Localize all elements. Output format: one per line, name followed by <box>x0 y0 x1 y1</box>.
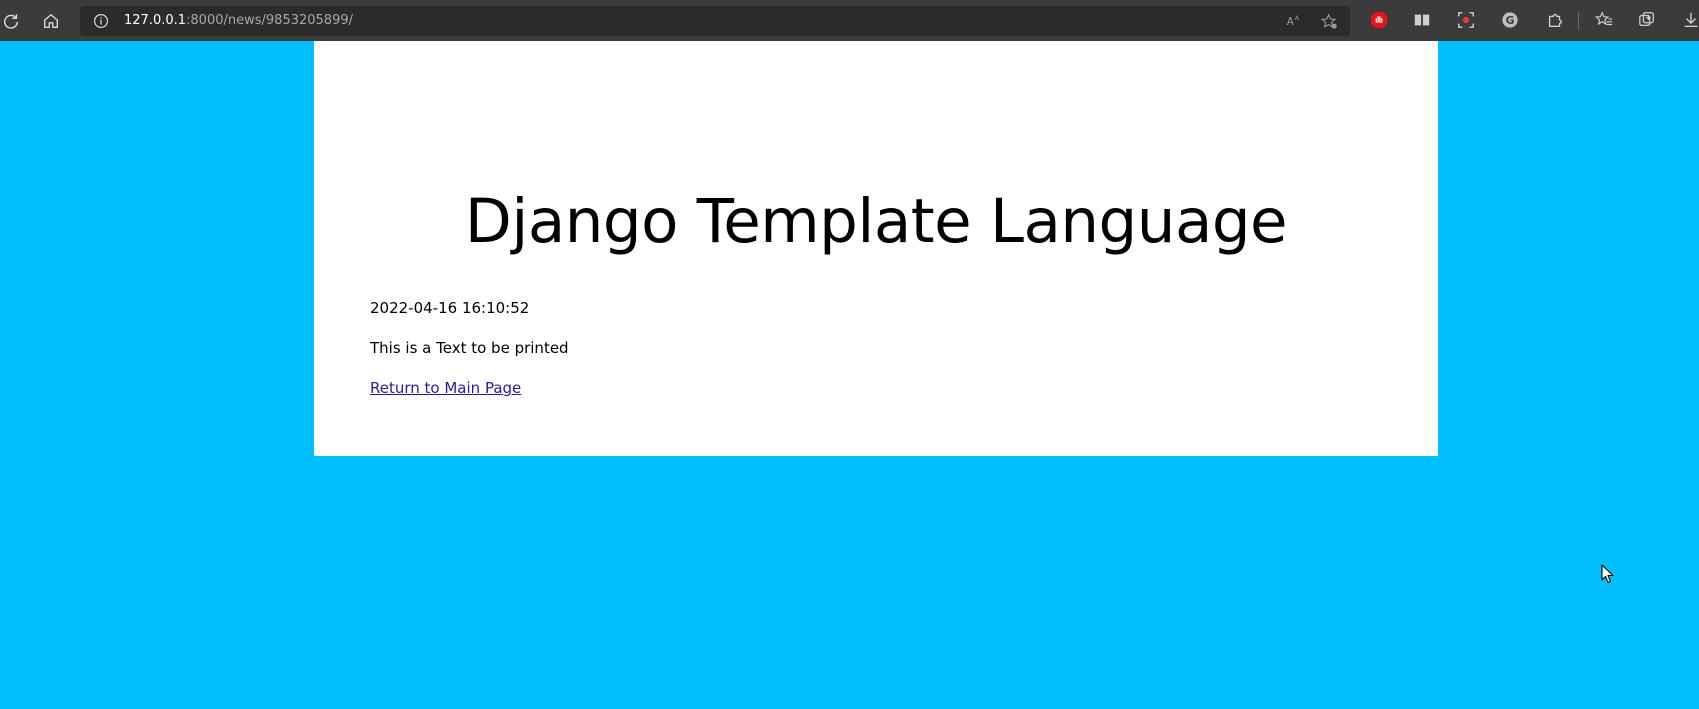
main-page-link-wrapper: Return to Main Page <box>370 379 521 397</box>
svg-text:G: G <box>1506 14 1515 27</box>
read-aloud-icon[interactable]: AA <box>1285 12 1303 30</box>
toolbar-separator <box>1578 12 1579 30</box>
add-favorite-icon[interactable] <box>1320 12 1338 30</box>
return-to-main-page-link[interactable]: Return to Main Page <box>370 379 521 397</box>
address-bar[interactable]: 127.0.0.1:8000/news/9853205899/ AA <box>80 6 1350 36</box>
screen-capture-extension-icon[interactable] <box>1456 10 1476 30</box>
browser-toolbar: 127.0.0.1:8000/news/9853205899/ AA G <box>0 0 1699 41</box>
extensions-puzzle-icon[interactable] <box>1545 10 1565 30</box>
timestamp: 2022-04-16 16:10:52 <box>370 299 530 317</box>
download-icon[interactable] <box>1681 10 1699 30</box>
favorites-icon[interactable] <box>1594 10 1614 30</box>
adblock-extension-icon[interactable] <box>1369 10 1389 30</box>
url-host: 127.0.0.1 <box>124 13 187 28</box>
mouse-cursor-icon <box>1601 564 1614 584</box>
url-text[interactable]: 127.0.0.1:8000/news/9853205899/ <box>124 6 353 36</box>
url-path: :8000/news/9853205899/ <box>186 13 353 28</box>
svg-text:A: A <box>1295 14 1300 22</box>
reload-icon[interactable] <box>0 10 22 32</box>
collections-icon[interactable] <box>1637 10 1657 30</box>
page-title: Django Template Language <box>464 186 1288 257</box>
svg-text:A: A <box>1287 16 1295 28</box>
info-icon[interactable] <box>92 12 110 30</box>
home-icon[interactable] <box>40 10 62 32</box>
reader-extension-icon[interactable] <box>1412 10 1432 30</box>
content-card: Django Template Language 2022-04-16 16:1… <box>314 41 1438 456</box>
grammarly-extension-icon[interactable]: G <box>1500 10 1520 30</box>
body-text: This is a Text to be printed <box>370 339 569 357</box>
